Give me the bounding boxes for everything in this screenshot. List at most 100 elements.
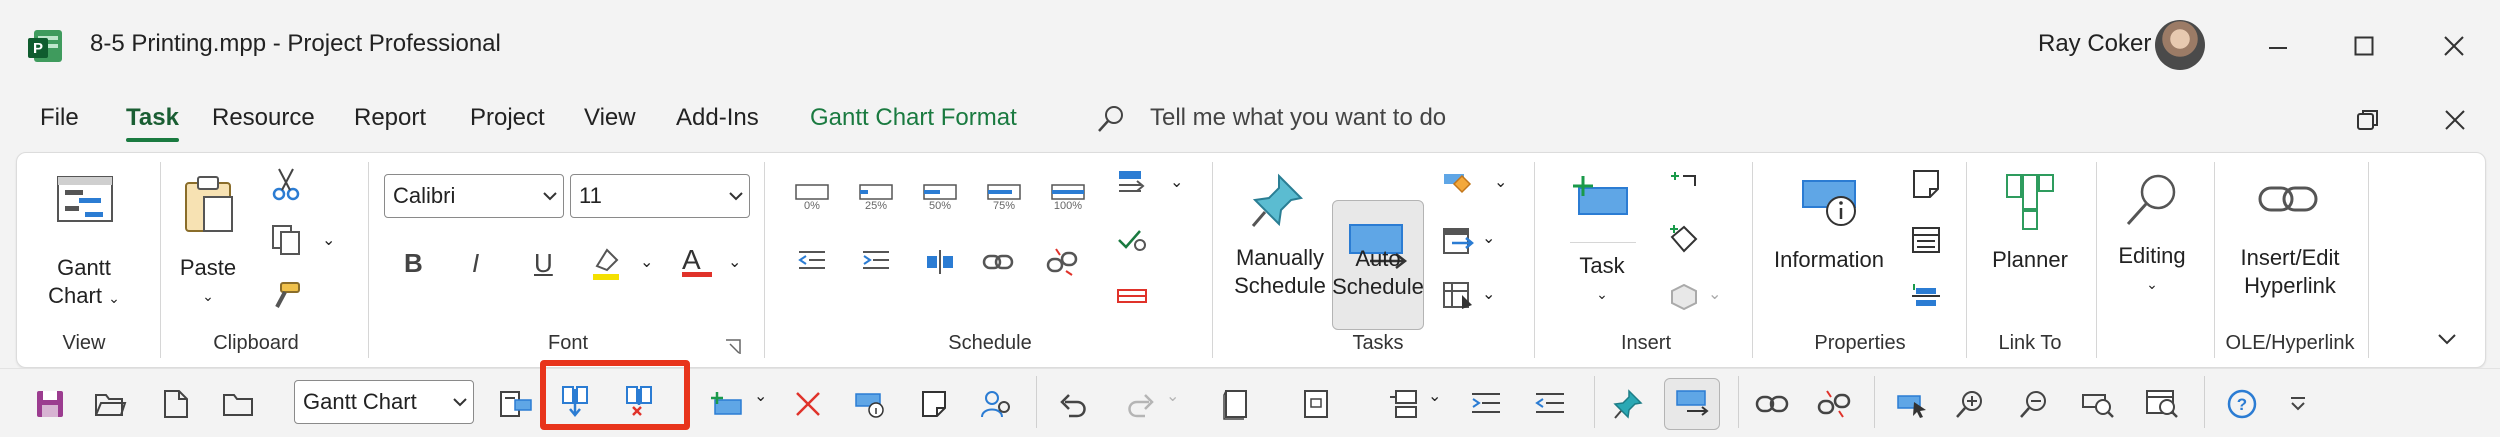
chevron-down-icon[interactable]: ⌄ xyxy=(1428,386,1441,406)
zoom-selected-icon[interactable] xyxy=(2078,384,2118,424)
inactivate-icon[interactable] xyxy=(1112,278,1152,314)
outdent-icon[interactable] xyxy=(1530,384,1570,424)
copy-icon[interactable] xyxy=(266,222,306,258)
cut-icon[interactable] xyxy=(268,166,304,202)
font-dialog-launcher-icon[interactable] xyxy=(722,336,744,358)
user-name[interactable]: Ray Coker xyxy=(2038,30,2151,58)
bold-button[interactable]: B xyxy=(404,248,423,279)
information-icon[interactable] xyxy=(1796,172,1866,232)
assign-resources-icon[interactable] xyxy=(976,384,1016,424)
user-avatar[interactable] xyxy=(2155,20,2205,70)
print-preview-icon[interactable] xyxy=(1216,384,1256,424)
milestone-icon[interactable] xyxy=(1664,222,1704,258)
chevron-down-icon[interactable]: ⌄ xyxy=(640,252,653,272)
help-icon[interactable]: ? xyxy=(2222,384,2262,424)
find-icon[interactable] xyxy=(2120,168,2184,232)
paste-button[interactable]: Paste ⌄ xyxy=(168,254,248,310)
indent-icon[interactable] xyxy=(1466,384,1506,424)
undo-icon[interactable] xyxy=(1052,384,1092,424)
move-task-icon[interactable] xyxy=(1438,222,1478,258)
tab-add-ins[interactable]: Add-Ins xyxy=(676,104,759,132)
split-task-icon[interactable] xyxy=(922,244,958,280)
delete-icon[interactable] xyxy=(788,384,828,424)
inspect-icon[interactable] xyxy=(1438,166,1478,202)
view-select[interactable]: Gantt Chart xyxy=(294,380,474,424)
save-icon[interactable] xyxy=(30,384,70,424)
insert-task-icon[interactable] xyxy=(706,384,746,424)
information-button[interactable]: Information xyxy=(1764,246,1894,274)
chevron-down-icon[interactable]: ⌄ xyxy=(1482,284,1495,304)
underline-button[interactable]: U xyxy=(534,248,553,279)
folder-icon[interactable] xyxy=(218,384,258,424)
auto-schedule-toggle[interactable] xyxy=(1664,378,1720,430)
search-icon[interactable] xyxy=(1096,104,1126,134)
gantt-chart-button[interactable]: Gantt Chart ⌄ xyxy=(44,254,124,312)
unlink-icon[interactable] xyxy=(1814,384,1854,424)
chevron-down-icon[interactable]: ⌄ xyxy=(728,252,741,272)
font-size-select[interactable]: 11 xyxy=(570,174,750,218)
mark-0-percent-button[interactable]: 0% xyxy=(790,176,834,220)
page-setup-icon[interactable] xyxy=(1296,384,1336,424)
tab-report[interactable]: Report xyxy=(354,104,426,132)
gantt-chart-icon[interactable] xyxy=(50,170,120,230)
auto-schedule-button[interactable]: Auto Schedule xyxy=(1332,200,1424,330)
deliverable-icon[interactable] xyxy=(1664,278,1704,314)
indent-task-icon[interactable] xyxy=(858,244,894,280)
insert-summary-icon[interactable] xyxy=(1384,384,1424,424)
tab-task[interactable]: Task xyxy=(126,104,179,142)
planner-button[interactable]: Planner xyxy=(1982,246,2078,274)
tab-gantt-chart-format[interactable]: Gantt Chart Format xyxy=(810,104,1017,132)
pushpin-icon[interactable] xyxy=(1246,170,1310,230)
chevron-down-icon[interactable]: ⌄ xyxy=(1494,172,1507,192)
summary-icon[interactable] xyxy=(1664,166,1704,202)
collapse-ribbon-icon[interactable] xyxy=(2430,324,2464,354)
zoom-in-icon[interactable] xyxy=(1950,384,1990,424)
link-tasks-icon[interactable] xyxy=(980,244,1016,280)
zoom-out-icon[interactable] xyxy=(2014,384,2054,424)
restore-ribbon-button[interactable] xyxy=(2348,100,2388,140)
new-document-icon[interactable] xyxy=(156,384,196,424)
mark-100-percent-button[interactable]: 100% xyxy=(1046,176,1090,220)
mark-on-track-icon[interactable] xyxy=(1112,166,1152,202)
close-document-button[interactable] xyxy=(2435,100,2475,140)
tell-me-search-input[interactable]: Tell me what you want to do xyxy=(1150,104,1446,132)
mark-75-percent-button[interactable]: 75% xyxy=(982,176,1026,220)
font-color-button[interactable]: A xyxy=(682,244,712,277)
chevron-down-icon[interactable]: ⌄ xyxy=(754,386,767,406)
select-task-icon[interactable] xyxy=(1892,384,1932,424)
maximize-button[interactable] xyxy=(2344,26,2384,66)
chevron-down-icon[interactable]: ⌄ xyxy=(322,230,335,250)
manually-schedule-pin-icon[interactable] xyxy=(1608,384,1648,424)
chevron-down-icon[interactable]: ⌄ xyxy=(1482,228,1495,248)
open-folder-icon[interactable] xyxy=(90,384,130,424)
outdent-task-icon[interactable] xyxy=(794,244,830,280)
insert-edit-hyperlink-button[interactable]: Insert/Edit Hyperlink xyxy=(2228,244,2352,300)
italic-button[interactable]: I xyxy=(472,248,479,279)
scroll-to-task-icon[interactable] xyxy=(496,384,536,424)
entire-project-icon[interactable] xyxy=(2142,384,2182,424)
paste-icon[interactable] xyxy=(178,168,238,238)
tab-view[interactable]: View xyxy=(584,104,636,132)
tab-project[interactable]: Project xyxy=(470,104,545,132)
font-name-select[interactable]: Calibri xyxy=(384,174,564,218)
task-button[interactable]: Task ⌄ xyxy=(1566,252,1638,308)
mark-50-percent-button[interactable]: 50% xyxy=(918,176,962,220)
unlink-tasks-icon[interactable] xyxy=(1044,244,1080,280)
mode-icon[interactable] xyxy=(1438,278,1478,314)
notes-icon[interactable] xyxy=(1906,166,1946,202)
minimize-button[interactable] xyxy=(2258,26,2298,66)
tab-file[interactable]: File xyxy=(40,104,79,132)
link-icon[interactable] xyxy=(1752,384,1792,424)
tab-resource[interactable]: Resource xyxy=(212,104,315,132)
close-window-button[interactable] xyxy=(2434,26,2474,66)
respect-links-icon[interactable] xyxy=(1112,222,1152,258)
insert-task-icon[interactable] xyxy=(1566,170,1636,226)
task-information-icon[interactable] xyxy=(850,384,890,424)
highlight-color-icon[interactable] xyxy=(588,244,624,284)
hyperlink-icon[interactable] xyxy=(2256,170,2320,230)
chevron-down-icon[interactable]: ⌄ xyxy=(1170,172,1183,192)
add-to-timeline-icon[interactable] xyxy=(1906,278,1946,314)
manually-schedule-button[interactable]: Manually Schedule xyxy=(1228,244,1332,300)
customize-toolbar-icon[interactable] xyxy=(2280,384,2316,424)
details-icon[interactable] xyxy=(1906,222,1946,258)
